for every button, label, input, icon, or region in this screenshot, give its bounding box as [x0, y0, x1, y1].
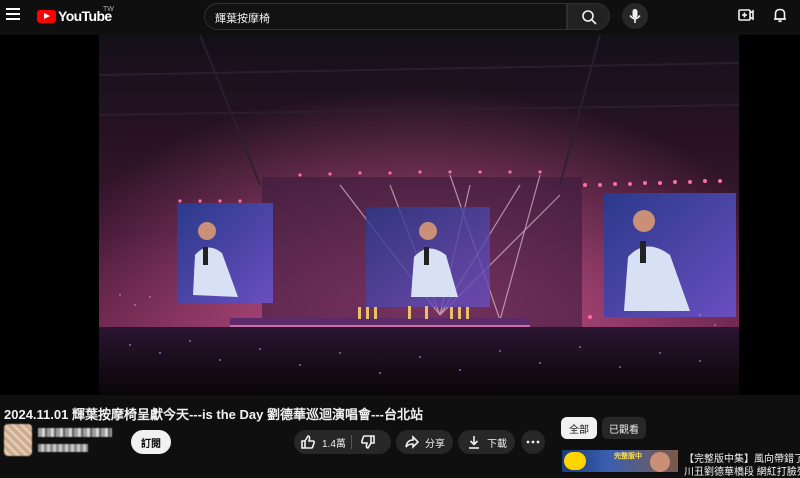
like-button[interactable]: 1.4萬	[300, 430, 350, 454]
voice-search-button[interactable]	[622, 3, 648, 29]
top-bar: YouTube TW 輝葉按摩椅	[0, 0, 800, 35]
recommendation-subtitle[interactable]: 川丑劉德華橋段 網紅打臉列	[684, 463, 800, 478]
menu-icon[interactable]	[6, 8, 20, 20]
subscriber-count-blurred	[38, 444, 88, 452]
video-player[interactable]	[0, 35, 800, 395]
thumbnail-person	[650, 452, 670, 472]
channel-name-blurred[interactable]	[38, 428, 112, 437]
chip-all[interactable]: 全部	[561, 417, 597, 439]
subscribe-button[interactable]: 訂閱	[131, 430, 171, 454]
more-horizontal-icon	[526, 440, 540, 444]
bell-icon	[774, 8, 786, 23]
share-label: 分享	[425, 438, 445, 450]
download-button[interactable]: 下載	[458, 430, 515, 454]
thumbnail-caption: 完整版中	[614, 453, 642, 460]
search-query: 輝葉按摩椅	[215, 13, 270, 25]
microphone-icon	[629, 9, 641, 23]
video-frame	[0, 35, 800, 395]
search-button[interactable]	[567, 3, 610, 30]
chip-watched[interactable]: 已觀看	[602, 417, 646, 439]
share-button[interactable]: 分享	[396, 430, 453, 454]
create-button[interactable]	[738, 8, 754, 22]
like-count: 1.4萬	[322, 438, 346, 450]
video-title: 2024.11.01 輝葉按摩椅呈獻今天---is the Day 劉德華巡迴演…	[4, 407, 423, 422]
recommendation-thumbnail[interactable]: 完整版中	[562, 450, 678, 472]
channel-avatar[interactable]	[4, 424, 32, 456]
share-icon	[405, 435, 420, 449]
search-input[interactable]: 輝葉按摩椅	[204, 3, 567, 30]
logo-country-code: TW	[103, 6, 114, 13]
youtube-logo[interactable]: YouTube TW	[37, 6, 114, 24]
dislike-button[interactable]	[360, 434, 376, 453]
thumbs-down-icon	[361, 435, 375, 449]
thumbs-up-icon	[301, 435, 315, 449]
search-icon	[582, 10, 597, 25]
thumbnail-logo	[564, 452, 586, 470]
like-dislike-group: 1.4萬	[294, 430, 391, 454]
notifications-button[interactable]	[772, 7, 788, 23]
download-label: 下載	[487, 438, 507, 450]
download-icon	[469, 436, 479, 449]
more-actions-button[interactable]	[521, 430, 545, 454]
youtube-play-icon	[37, 9, 56, 23]
create-video-icon	[738, 9, 754, 21]
like-divider	[351, 435, 352, 449]
